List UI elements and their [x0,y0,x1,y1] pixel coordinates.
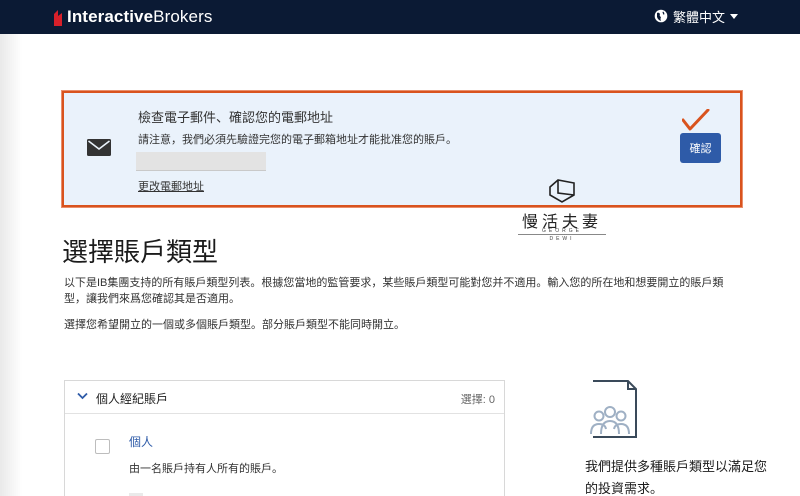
left-edge-shadow [0,34,22,496]
verification-title: 檢查電子郵件、確認您的電郵地址 [138,110,334,125]
top-bar: InteractiveBrokers 繁體中文 [0,0,800,34]
confirm-button[interactable]: 確認 [680,133,721,163]
account-types-icon [590,380,637,438]
individual-account-checkbox[interactable] [95,439,110,454]
brand-mark-icon [54,10,62,26]
selected-count: 選擇: 0 [460,394,495,406]
panel-header[interactable]: 個人經紀賬戶 選擇: 0 [65,381,504,414]
watermark-logo-icon [549,179,575,203]
change-email-link[interactable]: 更改電郵地址 [138,178,204,194]
chevron-down-icon [77,392,88,400]
mail-icon [87,139,111,156]
promo-text: 我們提供多種賬戶類型以滿足您的投資需求。 [585,459,768,496]
globe-icon [654,9,668,23]
panel-title: 個人經紀賬戶 [96,392,169,406]
language-label: 繁體中文 [672,9,725,25]
checkmark-annotation-icon [682,109,710,131]
page-title: 選擇賬戶類型 [62,237,219,267]
brand-logo[interactable]: InteractiveBrokers [52,6,212,28]
chevron-down-icon [730,13,738,19]
individual-account-name[interactable]: 個人 [129,433,153,450]
intro-text: 以下是IB集團支持的所有賬戶類型列表。根據您當地的監管要求，某些賬戶類型可能對您… [64,277,724,305]
individual-accounts-panel: 個人經紀賬戶 選擇: 0 個人 由一名賬戶持有人所有的賬戶。 [64,380,505,496]
brand-name: InteractiveBrokers [67,7,212,27]
email-address-field [136,152,266,171]
email-verification-alert: 檢查電子郵件、確認您的電郵地址 請注意，我們必須先驗證完您的電子郵箱地址才能批准… [62,91,742,207]
brand-name-bold: Interactive [67,7,154,26]
watermark-divider [518,234,606,235]
verification-note: 請注意，我們必須先驗證完您的電子郵箱地址才能批准您的賬戶。 [138,134,457,146]
watermark-subtitle-2: DEWI [549,236,575,242]
individual-account-description: 由一名賬戶持有人所有的賬戶。 [129,463,283,475]
brand-name-light: Brokers [153,7,213,26]
watermark: 慢活夫妻 GEORGE DEWI [516,176,608,242]
language-selector[interactable]: 繁體中文 [654,6,738,26]
selection-instruction: 選擇您希望開立的一個或多個賬戶類型。部分賬戶類型不能同時開立。 [64,319,405,331]
